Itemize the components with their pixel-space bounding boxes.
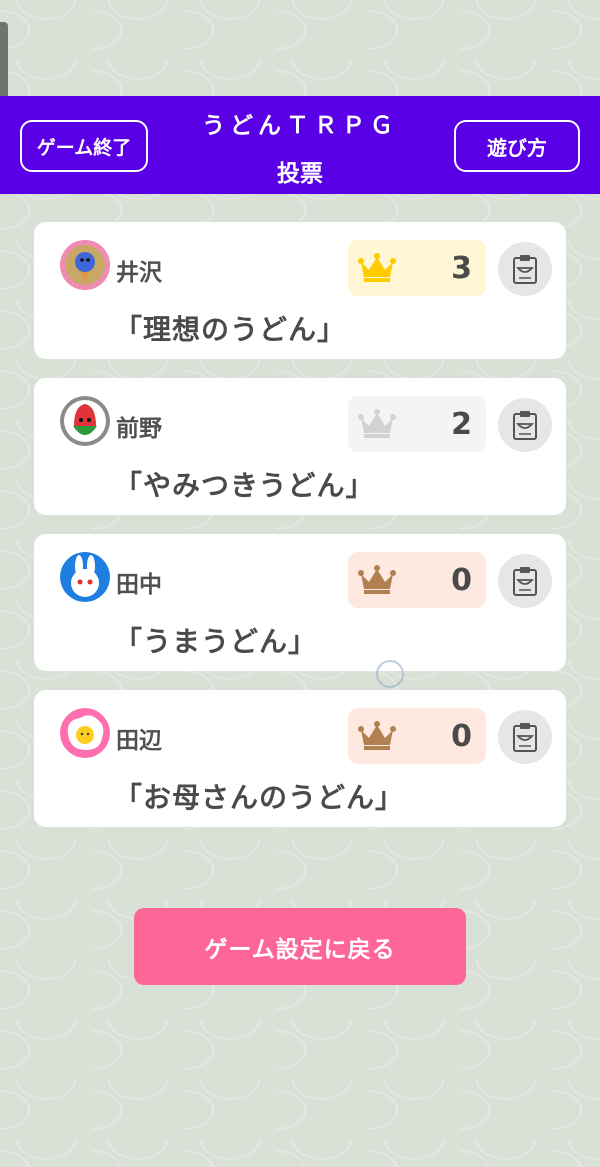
red-radish-icon	[60, 396, 110, 446]
player-name: 田中	[116, 572, 162, 598]
clipboard-udon-icon	[513, 723, 537, 752]
player-name: 前野	[116, 416, 162, 442]
dish-name: 「うまうどん」	[114, 625, 318, 658]
dish-name: 「やみつきうどん」	[114, 469, 375, 502]
crown-icon	[358, 565, 396, 594]
player-avatar	[60, 552, 110, 602]
vote-box[interactable]: 2	[348, 396, 486, 452]
dish-name: 「お母さんのうどん」	[114, 781, 405, 814]
vote-count: 0	[451, 563, 472, 598]
how-to-play-button[interactable]: 遊び方	[454, 120, 580, 172]
player-avatar	[60, 708, 110, 758]
clipboard-udon-icon	[513, 411, 537, 440]
recipe-detail-button[interactable]	[498, 242, 552, 296]
vote-box[interactable]: 0	[348, 552, 486, 608]
fried-egg-icon	[60, 708, 110, 758]
vote-box[interactable]: 3	[348, 240, 486, 296]
app-title: うどんＴＲＰＧ	[202, 113, 398, 139]
vote-count: 3	[451, 251, 472, 286]
end-game-button[interactable]: ゲーム終了	[20, 120, 148, 172]
vote-count: 2	[451, 407, 472, 442]
vote-box[interactable]: 0	[348, 708, 486, 764]
crown-icon	[358, 253, 396, 282]
clipboard-udon-icon	[513, 255, 537, 284]
vote-card: 田辺 0 「お母さんのうどん」	[34, 690, 566, 827]
blue-ghost-icecream-icon	[60, 240, 110, 290]
dish-name: 「理想のうどん」	[114, 313, 347, 346]
vote-card: 井沢 3 「理想のうどん」	[34, 222, 566, 359]
page-title: 投票	[277, 161, 323, 187]
white-rabbit-icon	[60, 552, 110, 602]
player-avatar	[60, 240, 110, 290]
touch-indicator	[376, 660, 404, 688]
player-name: 井沢	[116, 260, 162, 286]
player-name: 田辺	[116, 728, 162, 754]
player-avatar	[60, 396, 110, 446]
crown-icon	[358, 721, 396, 750]
vote-card: 前野 2 「やみつきうどん」	[34, 378, 566, 515]
crown-icon	[358, 409, 396, 438]
recipe-detail-button[interactable]	[498, 554, 552, 608]
app-header: ゲーム終了 うどんＴＲＰＧ 投票 遊び方	[0, 96, 600, 194]
recipe-detail-button[interactable]	[498, 398, 552, 452]
clipboard-udon-icon	[513, 567, 537, 596]
recipe-detail-button[interactable]	[498, 710, 552, 764]
vote-card: 田中 0 「うまうどん」	[34, 534, 566, 671]
back-to-settings-button[interactable]: ゲーム設定に戻る	[134, 908, 466, 985]
vote-count: 0	[451, 719, 472, 754]
